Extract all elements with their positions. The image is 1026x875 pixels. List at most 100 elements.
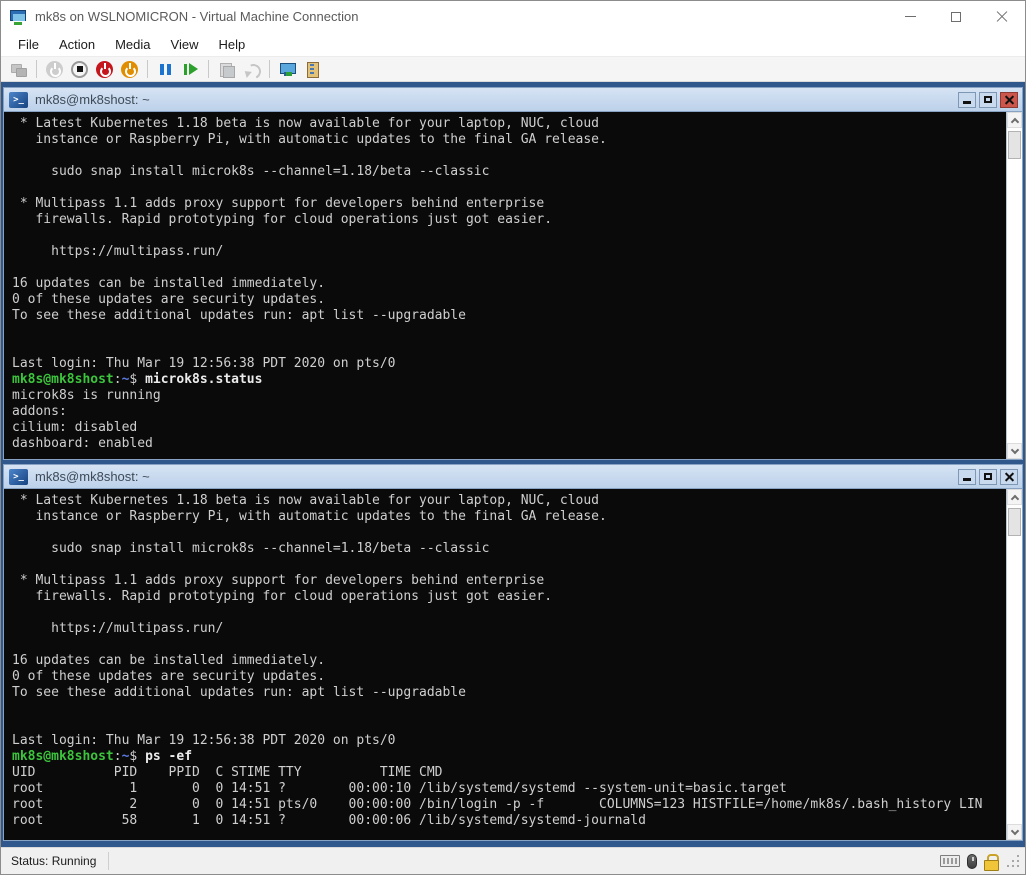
revert-button xyxy=(239,58,264,81)
terminal-1-close-button[interactable] xyxy=(1000,92,1018,108)
menu-item-view[interactable]: View xyxy=(161,33,209,56)
terminal-1-content[interactable]: * Latest Kubernetes 1.18 beta is now ava… xyxy=(4,111,1022,459)
chevron-down-icon xyxy=(1010,445,1018,453)
terminal-line: root 1 0 0 14:51 ? 00:00:10 /lib/systemd… xyxy=(12,781,1022,797)
terminal-1-scrollbar[interactable] xyxy=(1006,112,1022,459)
toolbar-separator xyxy=(36,60,37,78)
terminal-line: dashboard: enabled xyxy=(12,436,1022,452)
terminal-1-titlebar[interactable]: >_ mk8s@mk8shost: ~ xyxy=(4,88,1022,111)
hyperv-icon xyxy=(10,9,27,25)
terminal-line: https://multipass.run/ xyxy=(12,244,1022,260)
terminal-line: Last login: Thu Mar 19 12:56:38 PDT 2020… xyxy=(12,356,1022,372)
terminal-window-2: >_ mk8s@mk8shost: ~ * Latest Kubernetes … xyxy=(3,464,1023,841)
menu-item-media[interactable]: Media xyxy=(105,33,160,56)
terminal-line xyxy=(12,260,1022,276)
maximize-button[interactable] xyxy=(933,1,979,32)
terminal-line xyxy=(12,605,1022,621)
menu-item-file[interactable]: File xyxy=(8,33,49,56)
reset-button[interactable] xyxy=(178,58,203,81)
vm-display[interactable]: >_ mk8s@mk8shost: ~ * Latest Kubernetes … xyxy=(1,82,1025,847)
terminal-line xyxy=(12,637,1022,653)
keyboard-icon xyxy=(940,855,960,867)
scroll-down-button[interactable] xyxy=(1007,443,1022,459)
maximize-icon xyxy=(951,12,961,22)
terminal-line: addons: xyxy=(12,404,1022,420)
toolbar-separator xyxy=(269,60,270,78)
terminal-2-title: mk8s@mk8shost: ~ xyxy=(35,469,955,484)
share-button[interactable] xyxy=(300,58,325,81)
prompt-user-host: mk8s@mk8shost xyxy=(12,372,114,387)
terminal-line: 0 of these updates are security updates. xyxy=(12,292,1022,308)
terminal-line: * Latest Kubernetes 1.18 beta is now ava… xyxy=(12,116,1022,132)
ctrl-alt-del-button xyxy=(6,58,31,81)
hyperv-icon-base xyxy=(14,22,22,25)
prompt-text: $ xyxy=(129,749,145,764)
scroll-up-button[interactable] xyxy=(1007,112,1022,128)
terminal-line: firewalls. Rapid prototyping for cloud o… xyxy=(12,212,1022,228)
terminal-line: 16 updates can be installed immediately. xyxy=(12,653,1022,669)
terminal-icon: >_ xyxy=(9,469,28,485)
scroll-down-button[interactable] xyxy=(1007,824,1022,840)
window-controls xyxy=(887,1,1025,32)
minimize-icon xyxy=(905,16,916,17)
save-button[interactable] xyxy=(117,58,142,81)
terminal-window-1: >_ mk8s@mk8shost: ~ * Latest Kubernetes … xyxy=(3,87,1023,460)
terminal-2-titlebar[interactable]: >_ mk8s@mk8shost: ~ xyxy=(4,465,1022,488)
terminal-2-close-button[interactable] xyxy=(1000,469,1018,485)
enhanced-session-button[interactable] xyxy=(275,58,300,81)
shut-down-icon xyxy=(96,61,113,78)
menu-item-action[interactable]: Action xyxy=(49,33,105,56)
checkpoint-button xyxy=(214,58,239,81)
menu-item-help[interactable]: Help xyxy=(208,33,255,56)
terminal-line xyxy=(12,228,1022,244)
scroll-thumb[interactable] xyxy=(1008,131,1021,159)
scroll-thumb[interactable] xyxy=(1008,508,1021,536)
terminal-line: cilium: disabled xyxy=(12,420,1022,436)
terminal-2-content[interactable]: * Latest Kubernetes 1.18 beta is now ava… xyxy=(4,488,1022,840)
terminal-2-maximize-button[interactable] xyxy=(979,469,997,485)
terminal-line: 16 updates can be installed immediately. xyxy=(12,276,1022,292)
start-button xyxy=(42,58,67,81)
menu-bar: FileActionMediaViewHelp xyxy=(1,32,1025,56)
prompt-text: $ xyxy=(129,372,145,387)
minimize-icon xyxy=(963,101,971,104)
terminal-line: To see these additional updates run: apt… xyxy=(12,685,1022,701)
terminal-line xyxy=(12,324,1022,340)
terminal-1-output: * Latest Kubernetes 1.18 beta is now ava… xyxy=(4,112,1022,452)
shut-down-button[interactable] xyxy=(92,58,117,81)
close-icon xyxy=(1005,472,1014,481)
toolbar-separator xyxy=(147,60,148,78)
terminal-line: 0 of these updates are security updates. xyxy=(12,669,1022,685)
prompt-text: ps -ef xyxy=(145,749,192,764)
terminal-line: UID PID PPID C STIME TTY TIME CMD xyxy=(12,765,1022,781)
pause-button[interactable] xyxy=(153,58,178,81)
terminal-line: firewalls. Rapid prototyping for cloud o… xyxy=(12,589,1022,605)
mouse-icon xyxy=(967,854,977,869)
window-titlebar[interactable]: mk8s on WSLNOMICRON - Virtual Machine Co… xyxy=(1,1,1025,32)
prompt-text: microk8s.status xyxy=(145,372,262,387)
terminal-line: Last login: Thu Mar 19 12:56:38 PDT 2020… xyxy=(12,733,1022,749)
turn-off-icon xyxy=(71,61,88,78)
terminal-1-maximize-button[interactable] xyxy=(979,92,997,108)
terminal-line: instance or Raspberry Pi, with automatic… xyxy=(12,132,1022,148)
minimize-button[interactable] xyxy=(887,1,933,32)
start-icon xyxy=(46,61,63,78)
scroll-up-button[interactable] xyxy=(1007,489,1022,505)
terminal-line: https://multipass.run/ xyxy=(12,621,1022,637)
turn-off-button[interactable] xyxy=(67,58,92,81)
terminal-2-scrollbar[interactable] xyxy=(1006,489,1022,840)
enhanced-session-icon xyxy=(279,61,296,78)
share-icon xyxy=(304,61,321,78)
terminal-line xyxy=(12,557,1022,573)
terminal-line xyxy=(12,340,1022,356)
prompt-user-host: mk8s@mk8shost xyxy=(12,749,114,764)
close-button[interactable] xyxy=(979,1,1025,32)
save-icon xyxy=(121,61,138,78)
vm-connection-window: mk8s on WSLNOMICRON - Virtual Machine Co… xyxy=(0,0,1026,875)
prompt-text: : xyxy=(114,749,122,764)
terminal-2-minimize-button[interactable] xyxy=(958,469,976,485)
terminal-1-minimize-button[interactable] xyxy=(958,92,976,108)
ctrl-alt-del-icon xyxy=(10,61,27,78)
terminal-icon: >_ xyxy=(9,92,28,108)
resize-grip[interactable] xyxy=(1007,855,1020,868)
